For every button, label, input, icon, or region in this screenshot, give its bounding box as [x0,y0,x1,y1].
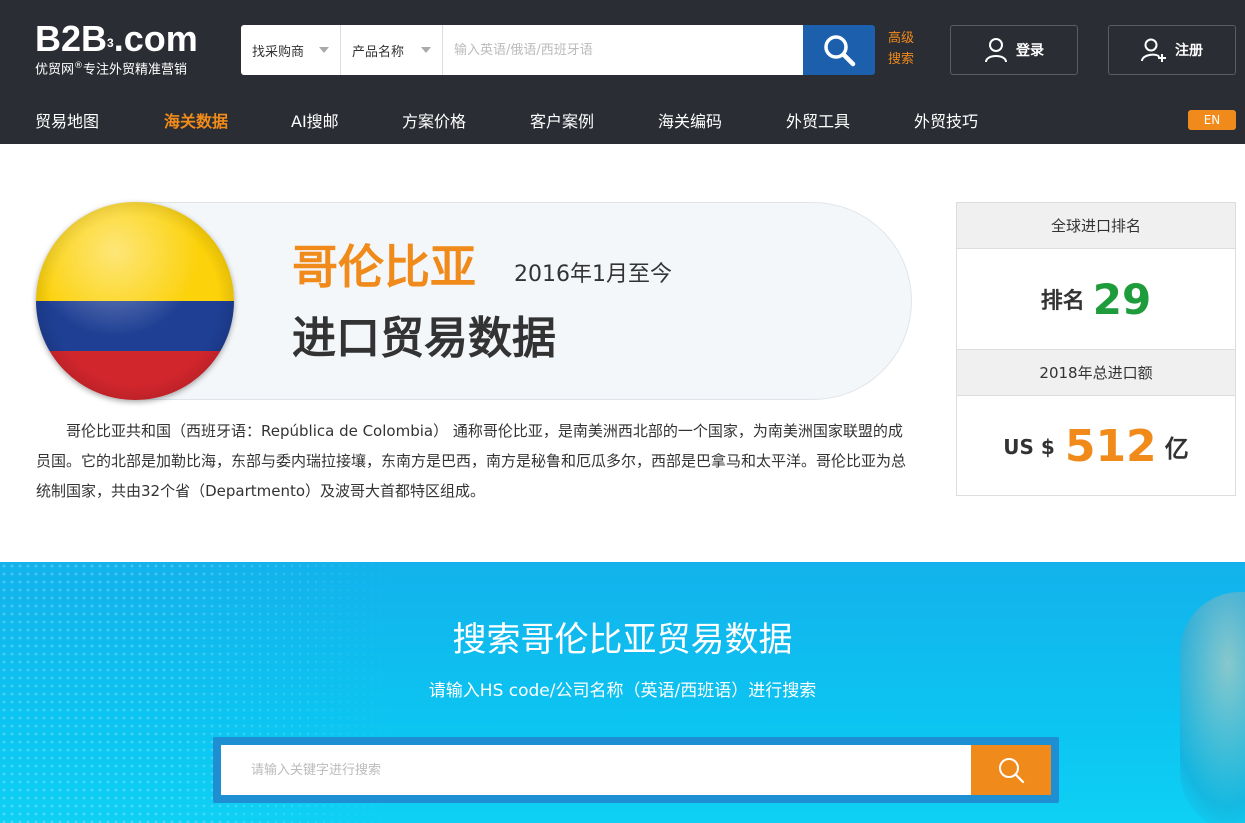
rank-label: 排名 [1040,289,1085,314]
rank-value: 29 [1092,274,1152,324]
main-nav: 贸易地图 海关数据 AI搜邮 方案价格 客户案例 海关编码 外贸工具 外贸技巧 [0,96,1245,144]
trade-search-input[interactable] [221,745,971,795]
user-icon [985,38,1007,63]
nav-item-cases[interactable]: 客户案例 [530,108,594,132]
page-title: 进口贸易数据 [292,313,556,364]
search-icon [824,35,856,67]
nav-item-tools[interactable]: 外贸工具 [786,108,850,132]
search-icon [999,758,1025,784]
register-button[interactable]: 注册 [1108,25,1236,75]
trade-search-button[interactable] [971,745,1051,795]
nav-item-tips[interactable]: 外贸技巧 [914,108,978,132]
nav-item-ai-email[interactable]: AI搜邮 [291,108,339,132]
data-period: 2016年1月至今 [514,262,672,287]
search-field-label: 产品名称 [352,44,405,60]
rank-header: 全球进口排名 [957,203,1235,249]
currency-prefix: US $ [1003,434,1055,459]
trade-search-subtitle: 请输入HS code/公司名称（英语/西班语）进行搜索 [428,681,817,701]
header-search-box: 找采购商 产品名称 [241,25,803,75]
search-type-label: 找采购商 [252,44,305,60]
colombia-flag-icon [36,202,234,400]
import-total-value: 512 [1064,421,1157,472]
header-search-input[interactable] [443,25,803,75]
logo-tagline: 优贸网®专注外贸精准营销 [35,61,188,78]
import-total-unit: 亿 [1164,435,1189,463]
country-name: 哥伦比亚 [292,240,476,294]
chevron-down-icon [421,47,431,53]
country-intro: 哥伦比亚共和国（西班牙语：República de Colombia） 通称哥伦… [36,422,907,500]
logo-wordmark: B2B3.com [35,18,198,59]
search-type-select[interactable]: 找采购商 [241,25,341,75]
language-switch-button[interactable]: EN [1188,110,1236,130]
login-button[interactable]: 登录 [950,25,1078,75]
register-label: 注册 [1175,43,1203,59]
rank-box: 排名 29 [957,249,1235,350]
nav-item-trade-map[interactable]: 贸易地图 [35,108,99,132]
login-label: 登录 [1016,43,1044,59]
header-search-button[interactable] [803,25,875,75]
chevron-down-icon [319,47,329,53]
site-logo[interactable]: B2B3.com 优贸网®专注外贸精准营销 [35,20,198,78]
import-total-box: US $ 512 亿 [957,396,1235,497]
site-header: B2B3.com 优贸网®专注外贸精准营销 找采购商 产品名称 高级搜索 登录 [0,0,1245,144]
nav-item-hs-code[interactable]: 海关编码 [658,108,722,132]
nav-item-customs-data[interactable]: 海关数据 [164,108,228,132]
search-field-select[interactable]: 产品名称 [341,25,443,75]
trade-search-title: 搜索哥伦比亚贸易数据 [452,620,793,660]
add-user-icon [1141,38,1166,62]
import-total-header: 2018年总进口额 [957,350,1235,396]
nav-item-pricing[interactable]: 方案价格 [402,108,466,132]
advanced-search-link[interactable]: 高级搜索 [888,28,918,70]
import-stats-panel: 全球进口排名 排名 29 2018年总进口额 US $ 512 亿 [956,202,1236,496]
